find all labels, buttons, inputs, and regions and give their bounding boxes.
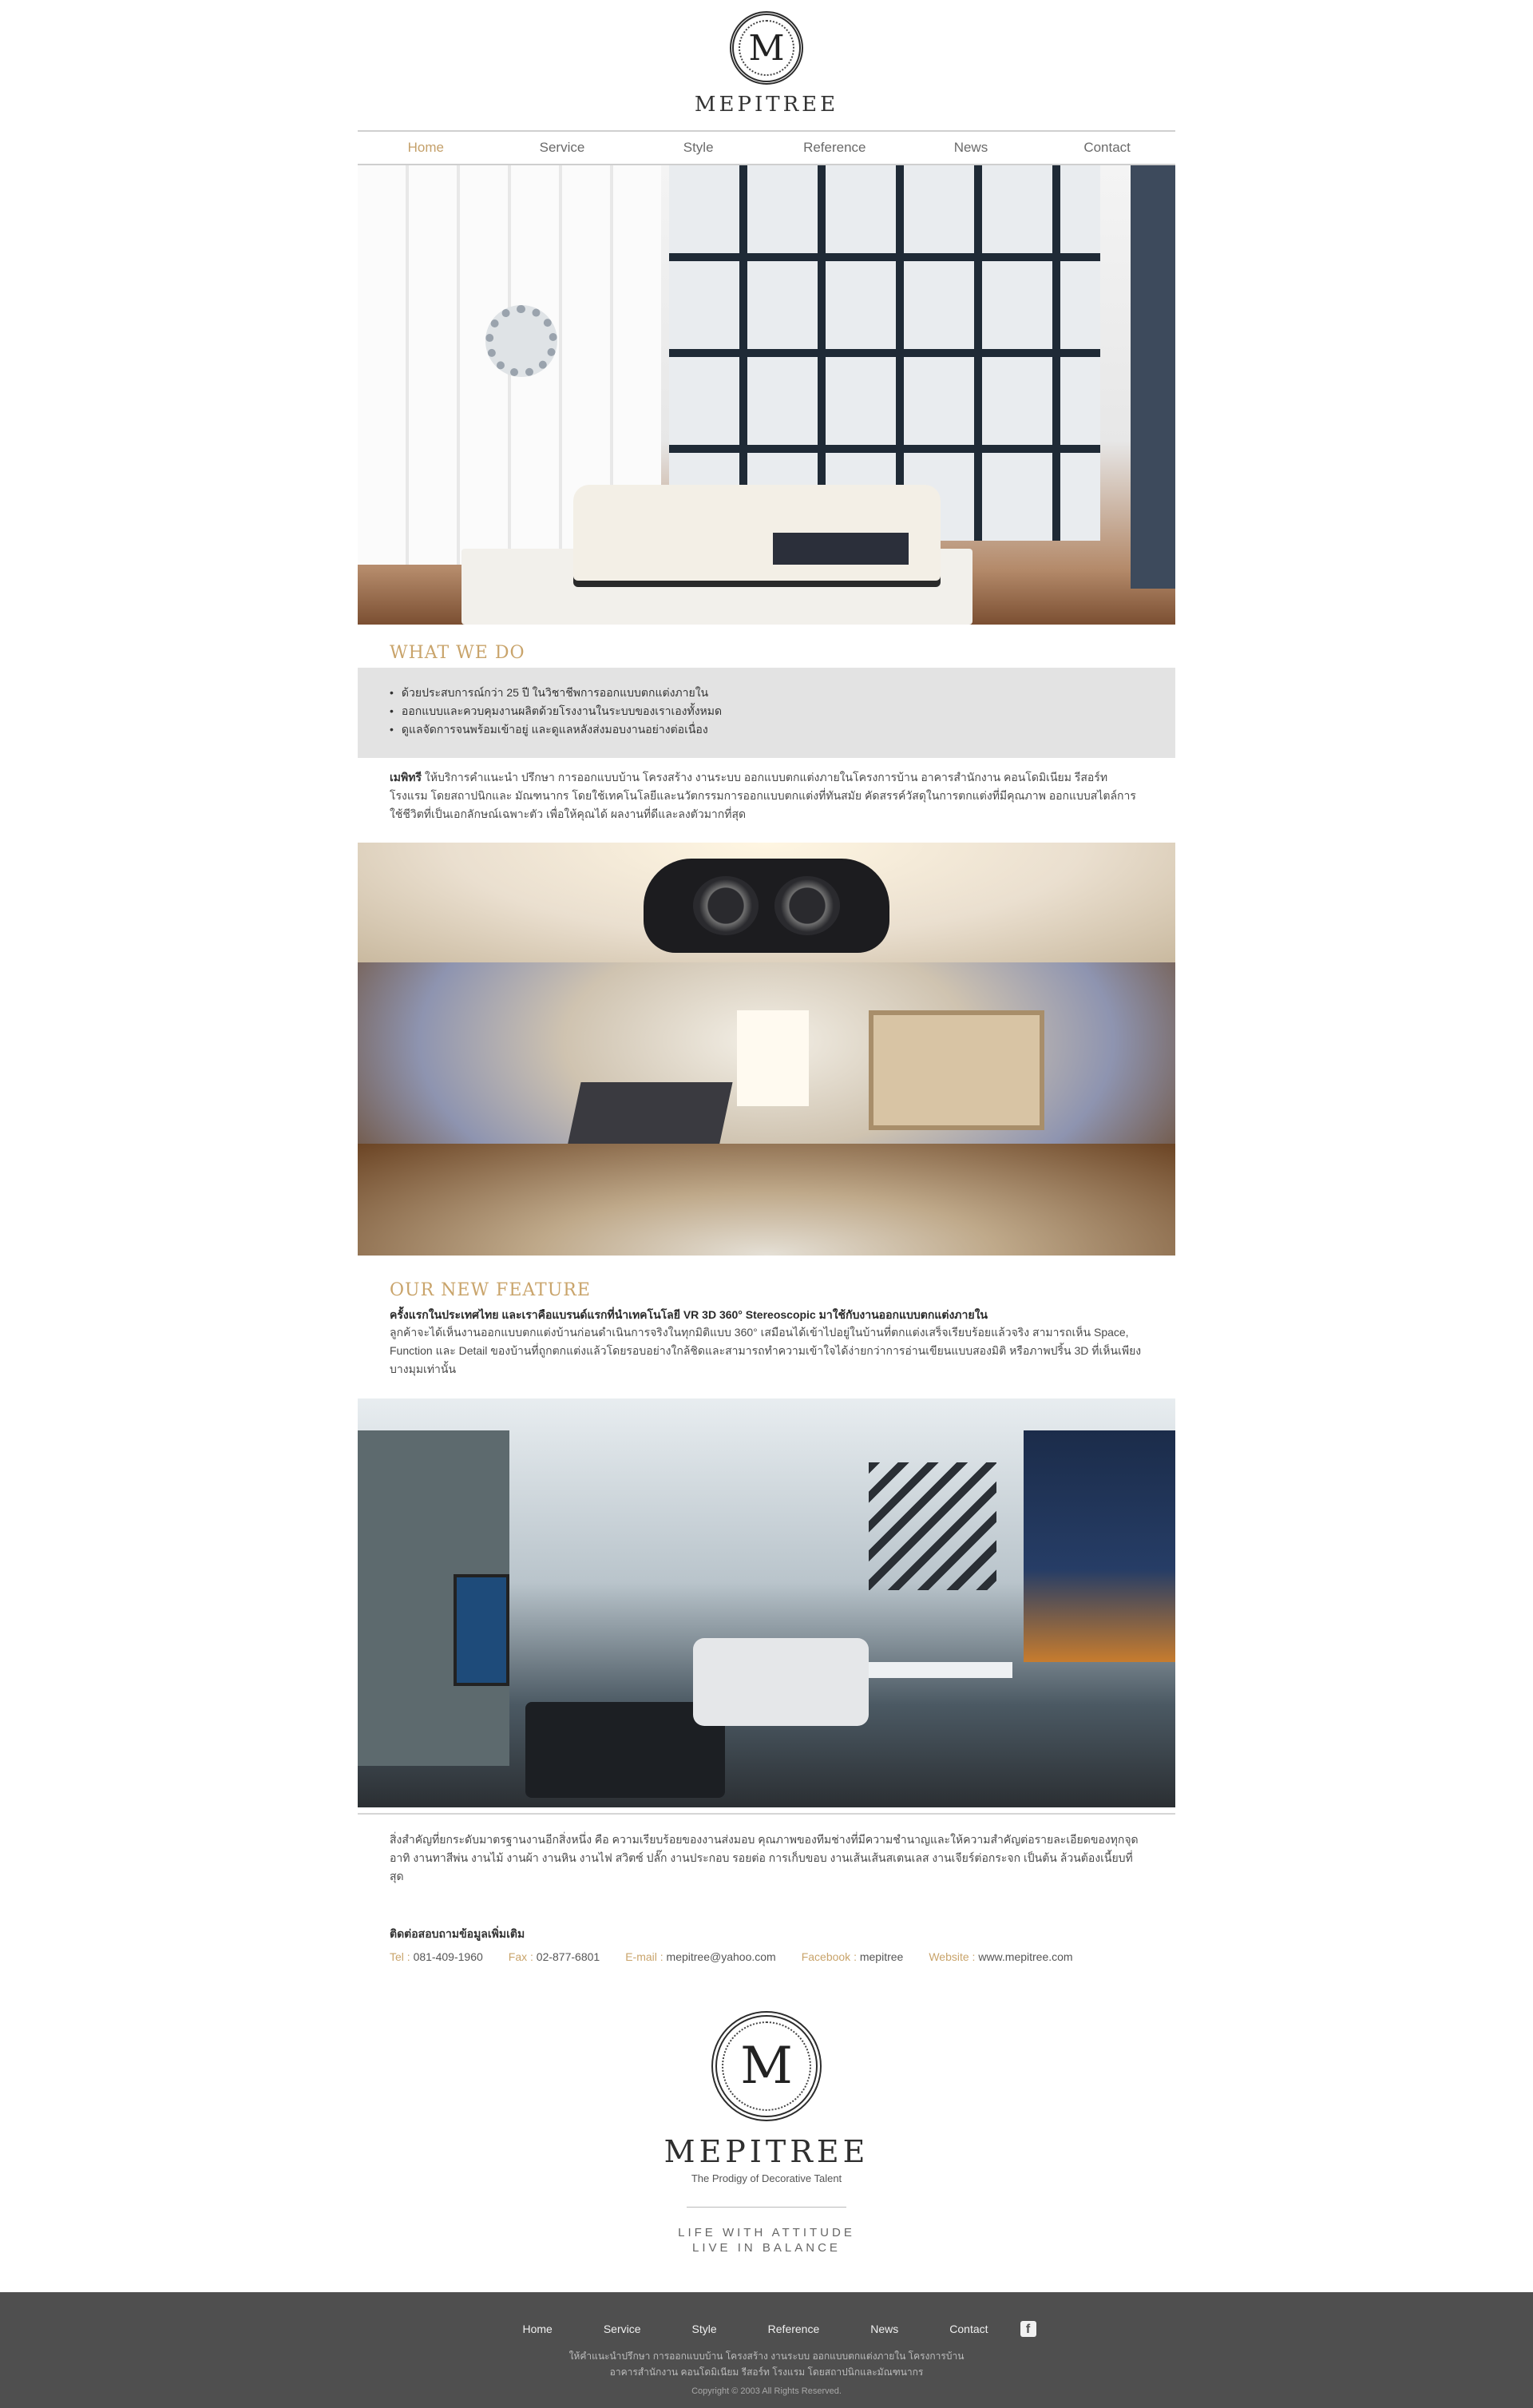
contact-label: E-mail : (625, 1950, 664, 1963)
brand-motto-1: LIFE WITH ATTITUDE (678, 2226, 855, 2239)
footer-address: ให้คำแนะนำปรึกษา การออกแบบบ้าน โครงสร้าง… (0, 2348, 1533, 2380)
new-feature-title: OUR NEW FEATURE (390, 1280, 591, 1300)
contact-heading: ติดต่อสอบถามข้อมูลเพิ่มเติม (390, 1927, 525, 1940)
site-footer: Home Service Style Reference News Contac… (0, 2292, 1533, 2408)
contact-value[interactable]: mepitree (860, 1950, 903, 1963)
image-dining-table (869, 1662, 1012, 1678)
contact-label: Facebook : (801, 1950, 857, 1963)
image-stone-column (1131, 165, 1175, 589)
footer-address-line: อาคารสำนักงาน คอนโดมิเนียม รีสอร์ท โรงแร… (609, 2366, 924, 2378)
facebook-icon[interactable]: f (1020, 2321, 1036, 2337)
brand-emblem-icon: M (730, 11, 803, 85)
intro-paragraph: เมพิทรี ให้บริการคำแนะนำ ปรึกษา การออกแบ… (390, 768, 1143, 823)
brand-tagline: The Prodigy of Decorative Talent (691, 2172, 842, 2184)
image-coffee-table (773, 533, 909, 565)
contact-website[interactable]: Website : www.mepitree.com (929, 1950, 1072, 1963)
footer-nav-reference[interactable]: Reference (768, 2323, 820, 2335)
image-city-window (1024, 1430, 1175, 1662)
list-item: ดูแลจัดการจนพร้อมเข้าอยู่ และดูแลหลังส่ง… (390, 720, 1143, 739)
vr-lens-right (774, 876, 840, 935)
intro-brand: เมพิทรี (390, 771, 422, 783)
image-tv (454, 1574, 509, 1686)
header-logo[interactable]: M MEPITREE (0, 11, 1533, 117)
brand-separator (687, 2207, 846, 2208)
brand-name-large: MEPITREE (664, 2134, 869, 2169)
contact-info: Tel : 081-409-1960 Fax : 02-877-6801 E-m… (390, 1950, 1099, 1963)
nav-style[interactable]: Style (631, 140, 766, 156)
nav-reference[interactable]: Reference (766, 140, 902, 156)
intro-text: ให้บริการคำแนะนำ ปรึกษา การออกแบบบ้าน โค… (390, 771, 1136, 820)
new-feature-headline: ครั้งแรกในประเทศไทย และเราคือแบรนด์แรกที… (390, 1308, 988, 1321)
list-item: ด้วยประสบการณ์กว่า 25 ปี ในวิชาชีพการออก… (390, 684, 1143, 702)
footer-copyright: Copyright © 2003 All Rights Reserved. (691, 2386, 842, 2396)
contact-value[interactable]: mepitree@yahoo.com (667, 1950, 776, 1963)
contact-fax: Fax : 02-877-6801 (509, 1950, 600, 1963)
footer-brand: M MEPITREE The Prodigy of Decorative Tal… (0, 2011, 1533, 2255)
new-feature-body: ลูกค้าจะได้เห็นงานออกแบบตกแต่งบ้านก่อนดำ… (390, 1326, 1142, 1375)
nav-contact[interactable]: Contact (1040, 140, 1175, 156)
contact-value[interactable]: www.mepitree.com (978, 1950, 1072, 1963)
what-we-do-title: WHAT WE DO (390, 643, 525, 663)
image-sofa (693, 1638, 869, 1726)
image-stairs (869, 1462, 996, 1590)
image-floor (358, 1144, 1175, 1256)
contact-value: 02-877-6801 (536, 1950, 600, 1963)
vr-lens-left (693, 876, 759, 935)
footer-nav-news[interactable]: News (870, 2323, 898, 2335)
footer-address-line: ให้คำแนะนำปรึกษา การออกแบบบ้าน โครงสร้าง… (568, 2350, 965, 2362)
footer-nav-service[interactable]: Service (604, 2323, 641, 2335)
list-item: ออกแบบและควบคุมงานผลิตด้วยโรงงานในระบบขอ… (390, 702, 1143, 720)
image-window (737, 1010, 809, 1106)
what-we-do-list: ด้วยประสบการณ์กว่า 25 ปี ในวิชาชีพการออก… (390, 684, 1143, 739)
nav-news[interactable]: News (903, 140, 1039, 156)
hero-image-living-room (358, 165, 1175, 625)
contact-email[interactable]: E-mail : mepitree@yahoo.com (625, 1950, 776, 1963)
contact-label: Fax : (508, 1950, 533, 1963)
nav-home[interactable]: Home (358, 140, 493, 156)
image-shelf (869, 1010, 1044, 1130)
section-divider (358, 1813, 1175, 1815)
contact-label: Tel : (390, 1950, 410, 1963)
contact-tel: Tel : 081-409-1960 (390, 1950, 483, 1963)
closing-paragraph: สิ่งสำคัญที่ยกระดับมาตรฐานงานอีกสิ่งหนึ่… (390, 1833, 1139, 1882)
footer-nav-home[interactable]: Home (522, 2323, 552, 2335)
hero-image-vr-panorama (358, 843, 1175, 1256)
main-nav: Home Service Style Reference News Contac… (358, 130, 1175, 165)
what-we-do-box: ด้วยประสบการณ์กว่า 25 ปี ในวิชาชีพการออก… (358, 668, 1175, 758)
vr-headset-icon (644, 859, 889, 953)
brand-motto-2: LIVE IN BALANCE (692, 2241, 841, 2255)
footer-nav-contact[interactable]: Contact (949, 2323, 988, 2335)
image-round-mirror (485, 305, 557, 377)
nav-service[interactable]: Service (494, 140, 630, 156)
contact-facebook[interactable]: Facebook : mepitree (802, 1950, 904, 1963)
footer-nav-style[interactable]: Style (692, 2323, 717, 2335)
hero-image-condo (358, 1398, 1175, 1807)
emblem-letter: M (740, 2037, 793, 2096)
contact-label: Website : (929, 1950, 976, 1963)
emblem-letter: M (748, 27, 785, 69)
footer-nav: Home Service Style Reference News Contac… (0, 2292, 1533, 2337)
brand-name: MEPITREE (694, 93, 839, 117)
brand-emblem-icon: M (711, 2011, 822, 2121)
contact-value: 081-409-1960 (413, 1950, 483, 1963)
